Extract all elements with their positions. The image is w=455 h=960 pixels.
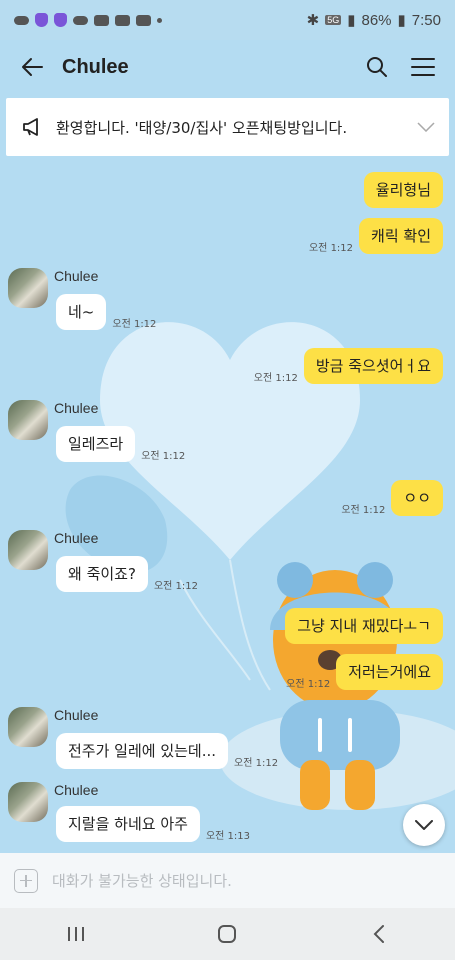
megaphone-icon (23, 118, 38, 136)
back-button[interactable] (16, 51, 48, 83)
message-bubble[interactable]: 일레즈라 (56, 426, 136, 462)
message-input-bar: 대화가 불가능한 상태입니다. (0, 853, 455, 908)
avatar[interactable] (8, 268, 48, 308)
arrow-left-icon (22, 58, 43, 76)
youtube-icon (94, 14, 109, 26)
battery-icon: ▮ (397, 12, 406, 29)
message-time: 오전 1:12 (234, 758, 279, 769)
chat-header: Chulee (0, 40, 455, 94)
my-message: 그냥 지내 재밌다ㅗㄱ (279, 608, 443, 644)
avatar[interactable] (8, 707, 48, 747)
shield-icon (35, 13, 48, 27)
recent-apps-icon (67, 927, 84, 941)
my-message: 오전 1:12 저러는거에요 (286, 654, 443, 690)
chat-area[interactable]: 율리형님 오전 1:12 캐릭 확인 Chulee 네~ 오전 1:12 오전 … (0, 160, 455, 853)
my-message: 오전 1:12 ㅇㅇ (341, 480, 443, 516)
menu-button[interactable] (407, 51, 439, 83)
input-placeholder: 대화가 불가능한 상태입니다. (52, 872, 232, 890)
back-nav-button[interactable] (349, 914, 409, 954)
system-navigation-bar (0, 908, 455, 960)
bluetooth-icon: ✱ (306, 12, 320, 29)
notice-text: 환영합니다. '태양/30/집사' 오픈채팅방입니다. (56, 118, 348, 137)
message-bubble[interactable]: 네~ (56, 294, 107, 330)
youtube-icon-2 (115, 14, 130, 26)
message-time: 오전 1:12 (141, 451, 186, 462)
message-bubble[interactable]: ㅇㅇ (391, 480, 443, 516)
battery-level: 86% (361, 11, 392, 29)
message-bubble[interactable]: 왜 죽이죠? (56, 556, 148, 592)
my-message: 오전 1:12 캐릭 확인 (309, 218, 443, 254)
notification-icons (14, 13, 162, 27)
chat-title: Chulee (62, 55, 129, 78)
sender-name: Chulee (54, 400, 99, 416)
message-bubble[interactable]: 방금 죽으셧어ㅓ요 (303, 348, 443, 384)
message-bubble[interactable]: 전주가 일레에 있는데... (56, 733, 229, 769)
notice-banner[interactable]: 환영합니다. '태양/30/집사' 오픈채팅방입니다. (6, 98, 449, 156)
message-bubble[interactable]: 지랄을 하네요 아주 (56, 806, 200, 842)
my-message: 오전 1:12 방금 죽으셧어ㅓ요 (254, 348, 443, 384)
sender-name: Chulee (54, 782, 99, 798)
message-time: 오전 1:12 (153, 581, 198, 592)
message-time: 오전 1:12 (112, 319, 157, 330)
home-icon (218, 925, 237, 943)
chevron-down-icon (415, 820, 433, 830)
my-message: 율리형님 (358, 172, 443, 208)
system-status: ✱ 5G ▮ 86% ▮ 7:50 (306, 11, 441, 30)
cloud-icon (14, 15, 29, 25)
signal-icon: ▮ (347, 12, 356, 29)
youtube-icon-3 (136, 14, 151, 26)
message-bubble[interactable]: 그냥 지내 재밌다ㅗㄱ (285, 608, 443, 644)
sender-name: Chulee (54, 268, 99, 284)
message-time: 오전 1:12 (308, 243, 354, 254)
chevron-down-icon[interactable] (417, 122, 435, 132)
sender-name: Chulee (54, 707, 99, 723)
clock: 7:50 (411, 11, 441, 29)
recent-apps-button[interactable] (46, 914, 106, 954)
message-time: 오전 1:13 (205, 831, 250, 842)
home-button[interactable] (197, 914, 257, 954)
message-bubble[interactable]: 율리형님 (363, 172, 443, 208)
avatar[interactable] (8, 782, 48, 822)
message-bubble[interactable]: 저러는거에요 (336, 654, 443, 690)
message-bubble[interactable]: 캐릭 확인 (359, 218, 443, 254)
sender-name: Chulee (54, 530, 99, 546)
plus-icon[interactable] (14, 868, 38, 893)
message-time: 오전 1:12 (341, 505, 386, 516)
status-bar: ✱ 5G ▮ 86% ▮ 7:50 (0, 0, 455, 40)
hamburger-icon (411, 58, 435, 76)
scroll-to-bottom-button[interactable] (403, 804, 445, 846)
cloud-icon-2 (73, 15, 88, 25)
avatar[interactable] (8, 530, 48, 570)
shield-icon-2 (54, 13, 67, 27)
search-button[interactable] (361, 51, 393, 83)
chevron-left-icon (373, 925, 385, 943)
message-time: 오전 1:12 (286, 679, 331, 690)
network-type: 5G (325, 15, 342, 25)
avatar[interactable] (8, 400, 48, 440)
message-time: 오전 1:12 (253, 373, 298, 384)
more-notifications-icon (157, 17, 162, 23)
search-icon (367, 57, 387, 77)
